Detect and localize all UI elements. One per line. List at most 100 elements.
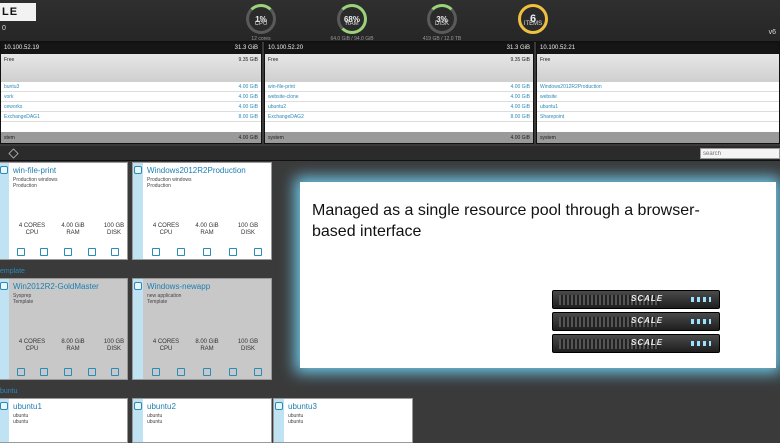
disk-stat: 100 GB DISK: [237, 223, 259, 236]
vm-stats: 4 CORES CPU 4.00 GiB RAM 100 GB DISK: [13, 223, 133, 237]
settings-icon[interactable]: [16, 368, 25, 376]
node-vm[interactable]: website: [537, 92, 779, 102]
vm-title: win-file-print: [13, 166, 57, 175]
cpu-stat: 4 CORES CPU: [152, 223, 180, 236]
vm-card[interactable]: ubuntu1 ubuntu ubuntu: [0, 398, 128, 443]
node-vm[interactable]: ExchangeDAG2 8.00 GiB: [265, 112, 533, 122]
card-strip: [133, 279, 143, 379]
disk-stat: 100 GB DISK: [237, 339, 259, 352]
node-vm[interactable]: ubuntu2 4.00 GiB: [265, 102, 533, 112]
node-free: Free 9.35 GiB: [1, 54, 261, 82]
node-vm[interactable]: ceworks 4.00 GiB: [1, 102, 261, 112]
vm-stats: 4 CORES CPU 4.00 GiB RAM 100 GB DISK: [147, 223, 267, 237]
cpu-stat: 4 CORES CPU: [152, 339, 180, 352]
node-vm[interactable]: win-file-print 4.00 GiB: [265, 82, 533, 92]
vm-icon: [0, 166, 8, 174]
delete-icon[interactable]: [63, 248, 72, 256]
node-column: 10.100.52.19 31.3 GiB Free 9.35 GiB buntu3…: [0, 42, 262, 144]
node-vm[interactable]: Windows2012R2Production: [537, 82, 779, 92]
ram-gauge[interactable]: 68% RAM 64.0 GiB / 94.0 GiB: [307, 4, 397, 42]
vm-card[interactable]: win-file-print Production windows Product…: [0, 162, 128, 260]
snapshot-icon[interactable]: [254, 248, 263, 256]
snapshot-icon[interactable]: [254, 368, 263, 376]
vm-icon: [134, 282, 142, 290]
vm-card[interactable]: Windows2012R2Production Production windo…: [132, 162, 272, 260]
node-ip: 10.100.52.19: [4, 45, 40, 51]
server-unit: SCALE: [552, 334, 720, 353]
disk-label: DISK: [434, 21, 449, 27]
node-vm[interactable]: vork 4.00 GiB: [1, 92, 261, 102]
vm-description: Production windows Production: [13, 177, 58, 189]
vm-toolbar: [0, 146, 780, 161]
node-free: Free: [537, 54, 779, 82]
snapshot-icon[interactable]: [111, 368, 120, 376]
snapshot-icon[interactable]: [111, 248, 120, 256]
cpu-stat: 4 CORES CPU: [18, 339, 46, 352]
move-icon[interactable]: [40, 248, 49, 256]
card-strip: [133, 163, 143, 259]
node-total: 31.3 GiB: [506, 45, 530, 51]
vm-card[interactable]: ubuntu2 ubuntu ubuntu: [132, 398, 272, 443]
move-icon[interactable]: [177, 248, 186, 256]
vm-title: ubuntu1: [13, 402, 42, 411]
cube-icon[interactable]: [8, 148, 19, 159]
vm-icon: [0, 282, 8, 290]
node-columns: 10.100.52.19 31.3 GiB Free 9.35 GiB buntu3…: [0, 42, 780, 144]
disk-gauge[interactable]: 3% DISK 419 GB / 12.0 TB: [397, 4, 487, 42]
node-vm[interactable]: website-clone 4.00 GiB: [265, 92, 533, 102]
node-vm[interactable]: ExchangeDAG1 8.00 GiB: [1, 112, 261, 122]
cpu-gauge[interactable]: 1% CPU 12 cores: [216, 4, 306, 42]
callout-text: Managed as a single resource pool throug…: [312, 202, 700, 240]
server-stack-image: SCALE SCALE SCALE: [552, 290, 720, 356]
clone-icon[interactable]: [87, 248, 96, 256]
delete-icon[interactable]: [202, 248, 211, 256]
vm-actions: [9, 365, 127, 379]
section-template: emplate: [0, 268, 25, 275]
vm-card[interactable]: ubuntu3 ubuntu ubuntu: [273, 398, 413, 443]
delete-icon[interactable]: [63, 368, 72, 376]
settings-icon[interactable]: [151, 248, 160, 256]
search-input[interactable]: [700, 148, 780, 159]
vm-stats: 4 CORES CPU 8.00 GiB RAM 100 GB DISK: [13, 339, 133, 353]
scale-logo: LE: [0, 3, 36, 21]
ram-stat: 4.00 GiB RAM: [61, 223, 85, 236]
delete-icon[interactable]: [202, 368, 211, 376]
template-card[interactable]: Windows-newapp new application Template 4…: [132, 278, 272, 380]
move-icon[interactable]: [177, 368, 186, 376]
node-vm[interactable]: ubuntu1: [537, 102, 779, 112]
move-icon[interactable]: [40, 368, 49, 376]
vm-actions: [9, 245, 127, 259]
clone-icon[interactable]: [228, 368, 237, 376]
node-ip: 10.100.52.21: [540, 45, 576, 51]
node-vm[interactable]: buntu3 4.00 GiB: [1, 82, 261, 92]
top-header: LE 0 1% CPU 12 cores 68% RAM 64.0 GiB / …: [0, 0, 780, 42]
ram-stat: 4.00 GiB RAM: [195, 223, 219, 236]
server-unit: SCALE: [552, 290, 720, 309]
cpu-stat: 4 CORES CPU: [18, 223, 46, 236]
vm-description: ubuntu ubuntu: [13, 413, 29, 425]
section-ubuntu: buntu: [0, 388, 18, 395]
vm-icon: [275, 402, 283, 410]
vm-description: new application Template: [147, 293, 182, 305]
clone-icon[interactable]: [87, 368, 96, 376]
disk-stat: 100 GB DISK: [103, 223, 125, 236]
template-card[interactable]: Win2012R2-GoldMaster Sysprep Template 4 C…: [0, 278, 128, 380]
vm-actions: [143, 365, 271, 379]
vm-title: Windows-newapp: [147, 282, 211, 291]
vm-icon: [134, 166, 142, 174]
node-column: 10.100.52.20 31.3 GiB Free 9.35 GiB win-fi…: [264, 42, 534, 144]
clone-icon[interactable]: [228, 248, 237, 256]
vm-icon: [134, 402, 142, 410]
cpu-ring: 1%: [246, 4, 276, 34]
cpu-label: CPU: [254, 21, 268, 27]
node-vm[interactable]: Sharepoint: [537, 112, 779, 122]
ram-label: RAM: [345, 21, 359, 27]
node-column: 10.100.52.21 Free Windows2012R2Productio…: [536, 42, 780, 144]
node-header: 10.100.52.20 31.3 GiB: [265, 43, 533, 54]
settings-icon[interactable]: [151, 368, 160, 376]
server-unit: SCALE: [552, 312, 720, 331]
items-gauge[interactable]: 6 ITEMS: [488, 4, 578, 34]
settings-icon[interactable]: [16, 248, 25, 256]
ram-stat: 8.00 GiB RAM: [61, 339, 85, 352]
vm-description: Sysprep Template: [13, 293, 34, 305]
